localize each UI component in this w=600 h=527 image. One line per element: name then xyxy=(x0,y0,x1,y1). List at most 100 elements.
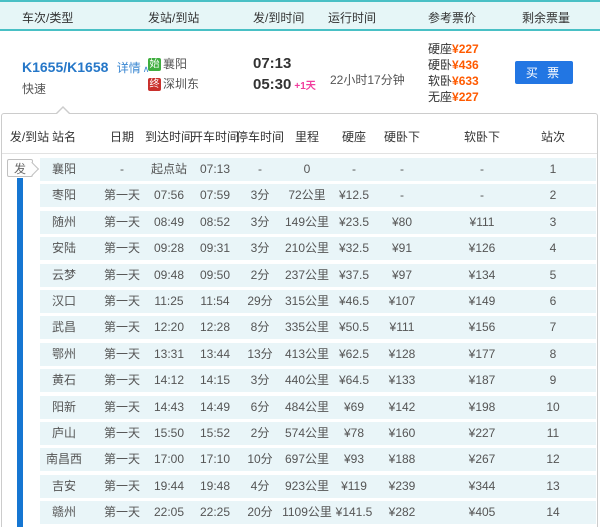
hdr-hard-sleeper: 硬卧下 xyxy=(375,128,429,145)
cell-hard-sleeper-price: ¥142 xyxy=(375,396,429,419)
cell-date: 第一天 xyxy=(97,448,147,471)
cell-soft-sleeper-price: ¥344 xyxy=(452,475,512,498)
cell-station: 武昌 xyxy=(39,316,89,339)
cell-hard-sleeper-price: - xyxy=(375,158,429,181)
depart-time: 07:13 xyxy=(253,53,316,74)
cell-date: 第一天 xyxy=(97,501,147,524)
stop-row: 汉口 第一天 11:25 11:54 29分 315公里 ¥46.5 ¥107 … xyxy=(2,290,597,313)
cell-hard-sleeper-price: ¥111 xyxy=(375,316,429,339)
cell-station: 黄石 xyxy=(39,369,89,392)
hdr-arrive-time: 到达时间 xyxy=(144,128,194,145)
cell-hard-seat-price: - xyxy=(329,158,379,181)
cell-depart-time: 17:10 xyxy=(190,448,240,471)
cell-soft-sleeper-price: ¥134 xyxy=(452,264,512,287)
cell-station: 枣阳 xyxy=(39,184,89,207)
cell-depart-time: 15:52 xyxy=(190,422,240,445)
cell-hard-seat-price: ¥69 xyxy=(329,396,379,419)
train-type-label: 快速 xyxy=(22,80,46,97)
cell-arrive-time: 09:28 xyxy=(144,237,194,260)
stop-row: 武昌 第一天 12:20 12:28 8分 335公里 ¥50.5 ¥111 ¥… xyxy=(2,316,597,339)
cell-soft-sleeper-price: ¥149 xyxy=(452,290,512,313)
cell-depart-time: 14:15 xyxy=(190,369,240,392)
cell-depart-time: 13:44 xyxy=(190,343,240,366)
hdr-hard-seat: 硬座 xyxy=(329,128,379,145)
cell-depart-time: 09:50 xyxy=(190,264,240,287)
stops-panel: 发/到站 站名 日期 到达时间 开车时间 停车时间 里程 硬座 硬卧下 软卧下 … xyxy=(1,113,598,527)
stop-row: 赣州 第一天 22:05 22:25 20分 1109公里 ¥141.5 ¥28… xyxy=(2,501,597,524)
route-timeline xyxy=(17,178,23,527)
cell-hard-sleeper-price: ¥133 xyxy=(375,369,429,392)
price-line-soft-sleeper: 软卧¥633 xyxy=(428,73,479,89)
detail-toggle-link[interactable]: 详情∧ xyxy=(117,61,150,75)
cell-arrive-time: 14:43 xyxy=(144,396,194,419)
terminal-station: 深圳东 xyxy=(163,77,199,91)
cell-station: 南昌西 xyxy=(39,448,89,471)
cell-soft-sleeper-price: ¥111 xyxy=(452,211,512,234)
cell-depart-time: 09:31 xyxy=(190,237,240,260)
cell-distance: 697公里 xyxy=(278,448,336,471)
cell-date: - xyxy=(97,158,147,181)
cell-hard-sleeper-price: ¥188 xyxy=(375,448,429,471)
cell-hard-seat-price: ¥50.5 xyxy=(329,316,379,339)
hdr-depart-time: 开车时间 xyxy=(190,128,240,145)
cell-station: 安陆 xyxy=(39,237,89,260)
cell-hard-sleeper-price: ¥91 xyxy=(375,237,429,260)
cell-arrive-time: 17:00 xyxy=(144,448,194,471)
origin-station: 襄阳 xyxy=(163,57,187,71)
stops-table-header: 发/到站 站名 日期 到达时间 开车时间 停车时间 里程 硬座 硬卧下 软卧下 … xyxy=(2,114,597,154)
cell-arrive-time: 15:50 xyxy=(144,422,194,445)
cell-soft-sleeper-price: ¥156 xyxy=(452,316,512,339)
cell-hard-seat-price: ¥12.5 xyxy=(329,184,379,207)
cell-soft-sleeper-price: - xyxy=(452,184,512,207)
cell-stop-index: 7 xyxy=(526,316,580,339)
col-from-to-station: 发站/到站 xyxy=(148,9,199,26)
cell-distance: 72公里 xyxy=(278,184,336,207)
cell-hard-sleeper-price: - xyxy=(375,184,429,207)
cell-distance: 574公里 xyxy=(278,422,336,445)
cell-stop-index: 9 xyxy=(526,369,580,392)
cell-arrive-time: 13:31 xyxy=(144,343,194,366)
hdr-date: 日期 xyxy=(97,128,147,145)
hdr-stop-index: 站次 xyxy=(526,128,580,145)
cell-hard-sleeper-price: ¥128 xyxy=(375,343,429,366)
cell-station: 云梦 xyxy=(39,264,89,287)
cell-distance: 413公里 xyxy=(278,343,336,366)
cell-station: 汉口 xyxy=(39,290,89,313)
cell-distance: 210公里 xyxy=(278,237,336,260)
cell-soft-sleeper-price: ¥198 xyxy=(452,396,512,419)
cell-hard-sleeper-price: ¥97 xyxy=(375,264,429,287)
cell-soft-sleeper-price: ¥126 xyxy=(452,237,512,260)
stop-row: 襄阳 - 起点站 07:13 - 0 - - - 1 xyxy=(2,158,597,181)
cell-station: 庐山 xyxy=(39,422,89,445)
cell-hard-seat-price: ¥23.5 xyxy=(329,211,379,234)
stop-row: 阳新 第一天 14:43 14:49 6分 484公里 ¥69 ¥142 ¥19… xyxy=(2,396,597,419)
cell-depart-time: 07:13 xyxy=(190,158,240,181)
cell-hard-sleeper-price: ¥80 xyxy=(375,211,429,234)
buy-ticket-button[interactable]: 买 票 xyxy=(515,61,573,84)
cell-stop-index: 13 xyxy=(526,475,580,498)
cell-soft-sleeper-price: ¥227 xyxy=(452,422,512,445)
stop-row: 云梦 第一天 09:48 09:50 2分 237公里 ¥37.5 ¥97 ¥1… xyxy=(2,264,597,287)
cell-depart-time: 11:54 xyxy=(190,290,240,313)
price-line-hard-seat: 硬座¥227 xyxy=(428,41,479,57)
cell-distance: 237公里 xyxy=(278,264,336,287)
cell-soft-sleeper-price: ¥405 xyxy=(452,501,512,524)
depart-badge: 发 xyxy=(7,159,33,177)
stop-row: 庐山 第一天 15:50 15:52 2分 574公里 ¥78 ¥160 ¥22… xyxy=(2,422,597,445)
cell-distance: 1109公里 xyxy=(278,501,336,524)
cell-arrive-time: 19:44 xyxy=(144,475,194,498)
col-duration: 运行时间 xyxy=(328,9,376,26)
cell-date: 第一天 xyxy=(97,316,147,339)
cell-hard-seat-price: ¥32.5 xyxy=(329,237,379,260)
travel-duration: 22小时17分钟 xyxy=(330,71,405,88)
cell-arrive-time: 22:05 xyxy=(144,501,194,524)
cell-distance: 335公里 xyxy=(278,316,336,339)
stop-row: 黄石 第一天 14:12 14:15 3分 440公里 ¥64.5 ¥133 ¥… xyxy=(2,369,597,392)
cell-hard-seat-price: ¥119 xyxy=(329,475,379,498)
cell-distance: 484公里 xyxy=(278,396,336,419)
cell-date: 第一天 xyxy=(97,475,147,498)
col-remaining-tickets: 剩余票量 xyxy=(522,9,570,26)
price-list: 硬座¥227 硬卧¥436 软卧¥633 无座¥227 xyxy=(428,41,479,105)
cell-stop-index: 10 xyxy=(526,396,580,419)
cell-soft-sleeper-price: ¥187 xyxy=(452,369,512,392)
